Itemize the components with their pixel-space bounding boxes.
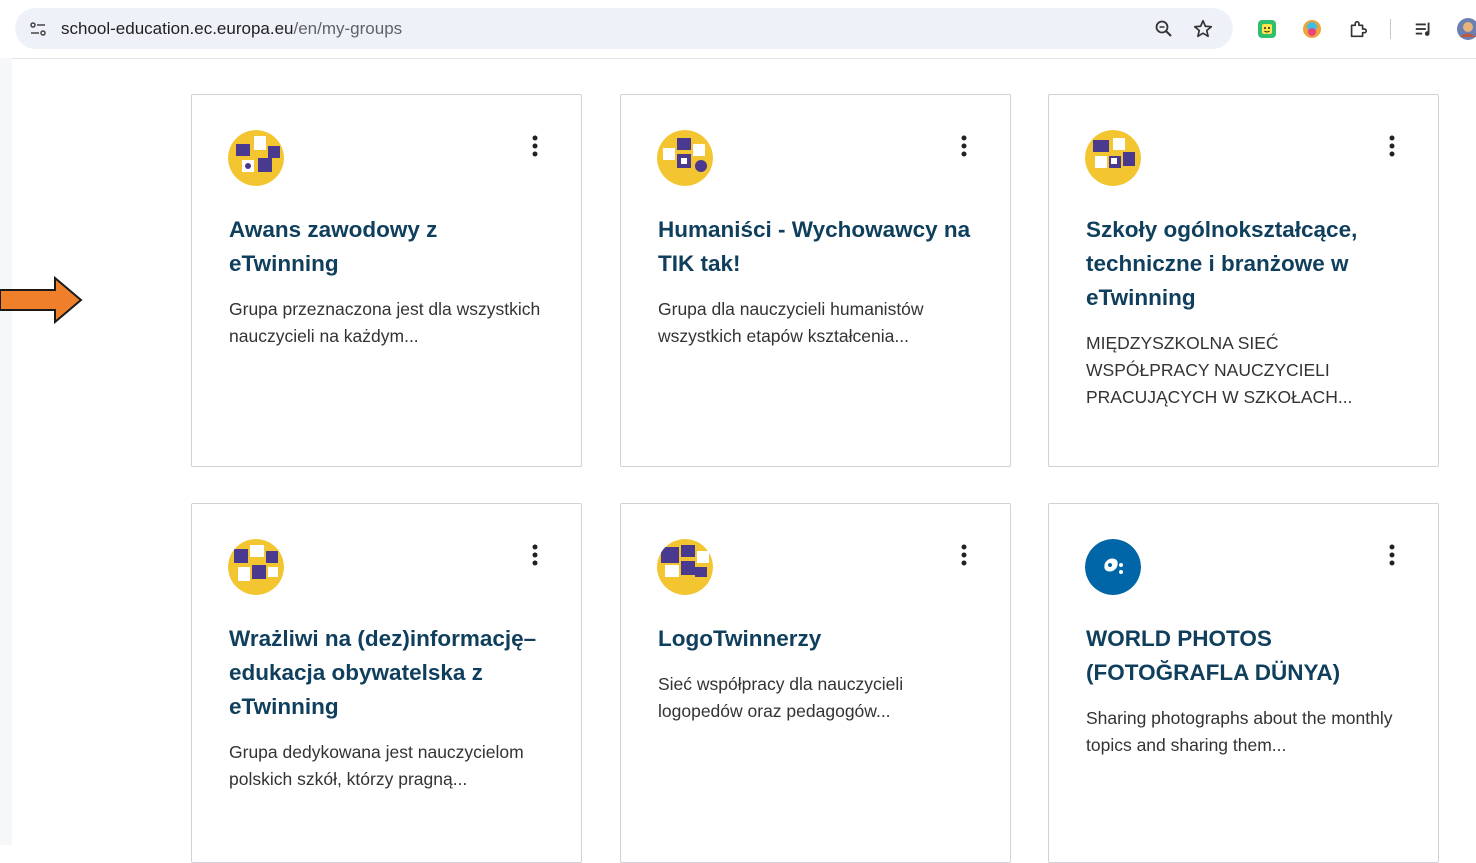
media-control-icon[interactable] <box>1412 17 1436 41</box>
group-avatar <box>1085 539 1141 595</box>
group-card[interactable]: Humaniści - Wychowawcy na TIK tak! Grupa… <box>620 94 1011 467</box>
card-menu-button[interactable] <box>958 135 970 157</box>
group-card[interactable]: Wrażliwi na (dez)informację– edukacja ob… <box>191 503 582 863</box>
site-info-icon[interactable] <box>28 19 48 39</box>
group-avatar <box>657 130 713 186</box>
group-title[interactable]: WORLD PHOTOS (FOTOĞRAFLA DÜNYA) <box>1086 622 1406 690</box>
address-bar[interactable]: school-education.ec.europa.eu/en/my-grou… <box>15 8 1233 49</box>
group-card[interactable]: WORLD PHOTOS (FOTOĞRAFLA DÜNYA) Sharing … <box>1048 503 1439 863</box>
group-description: MIĘDZYSZKOLNA SIEĆ WSPÓŁPRACY NAUCZYCIEL… <box>1086 333 1353 407</box>
more-vertical-icon <box>961 135 967 157</box>
extensions-puzzle-icon[interactable] <box>1346 17 1370 41</box>
url-text[interactable]: school-education.ec.europa.eu/en/my-grou… <box>61 19 402 39</box>
group-title[interactable]: Szkoły ogólnokształcące, techniczne i br… <box>1086 213 1406 315</box>
group-avatar <box>228 130 284 186</box>
more-vertical-icon <box>961 544 967 566</box>
group-description: Sieć współpracy dla nauczycieli logopedó… <box>658 674 904 721</box>
group-title[interactable]: Humaniści - Wychowawcy na TIK tak! <box>658 213 978 281</box>
more-vertical-icon <box>1389 135 1395 157</box>
group-title[interactable]: Wrażliwi na (dez)informację– edukacja ob… <box>229 622 549 724</box>
extension-green-icon[interactable] <box>1255 17 1279 41</box>
url-path: /en/my-groups <box>293 19 403 38</box>
page-left-edge <box>0 58 12 845</box>
group-title[interactable]: Awans zawodowy z eTwinning <box>229 213 549 281</box>
more-vertical-icon <box>1389 544 1395 566</box>
browser-toolbar: school-education.ec.europa.eu/en/my-grou… <box>0 0 1476 59</box>
card-menu-button[interactable] <box>958 544 970 566</box>
group-description: Grupa dedykowana jest nauczycielom polsk… <box>229 742 524 789</box>
group-title[interactable]: LogoTwinnerzy <box>658 622 978 656</box>
group-card[interactable]: Szkoły ogólnokształcące, techniczne i br… <box>1048 94 1439 467</box>
extension-avatar-icon[interactable] <box>1300 17 1324 41</box>
group-description: Grupa dla nauczycieli humanistów wszystk… <box>658 299 924 346</box>
group-card[interactable]: Awans zawodowy z eTwinning Grupa przezna… <box>191 94 582 467</box>
group-avatar <box>228 539 284 595</box>
orange-arrow-icon <box>0 275 83 325</box>
url-host: school-education.ec.europa.eu <box>61 19 294 38</box>
group-avatar <box>1085 130 1141 186</box>
card-menu-button[interactable] <box>529 544 541 566</box>
toolbar-separator <box>1390 19 1391 39</box>
group-card[interactable]: LogoTwinnerzy Sieć współpracy dla nauczy… <box>620 503 1011 863</box>
profile-avatar-icon[interactable] <box>1456 17 1476 41</box>
card-menu-button[interactable] <box>1386 544 1398 566</box>
card-menu-button[interactable] <box>1386 135 1398 157</box>
more-vertical-icon <box>532 135 538 157</box>
card-menu-button[interactable] <box>529 135 541 157</box>
group-avatar <box>657 539 713 595</box>
group-description: Grupa przeznaczona jest dla wszystkich n… <box>229 299 541 346</box>
bookmark-star-icon[interactable] <box>1192 18 1214 40</box>
more-vertical-icon <box>532 544 538 566</box>
group-description: Sharing photographs about the monthly to… <box>1086 708 1393 755</box>
zoom-icon[interactable] <box>1153 18 1175 40</box>
